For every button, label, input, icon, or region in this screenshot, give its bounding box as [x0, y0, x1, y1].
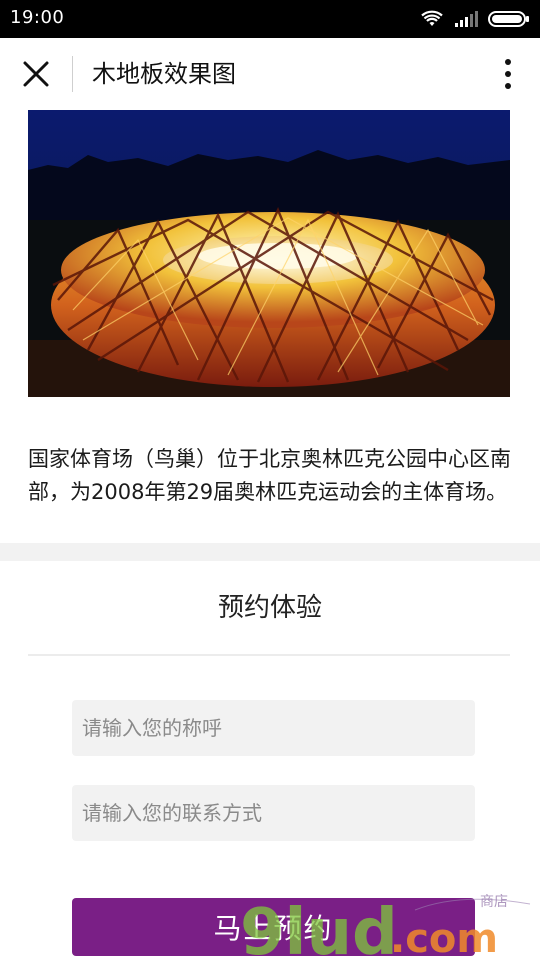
more-button[interactable]: [498, 56, 518, 92]
description-text: 国家体育场（鸟巢）位于北京奥林匹克公园中心区南部，为2008年第29届奥林匹克运…: [28, 447, 511, 504]
header-divider: [72, 56, 73, 92]
section-divider: [0, 543, 540, 561]
submit-button[interactable]: 马上预约: [72, 898, 475, 956]
app-header: 木地板效果图: [0, 38, 540, 110]
booking-divider: [28, 654, 510, 656]
status-bar: 19:00: [0, 0, 540, 38]
close-button[interactable]: [20, 58, 52, 90]
battery-icon: [488, 11, 529, 27]
name-input[interactable]: [72, 700, 475, 756]
wifi-icon: [421, 10, 443, 26]
signal-icon: [455, 11, 478, 27]
close-icon: [23, 61, 49, 87]
booking-title: 预约体验: [217, 593, 322, 623]
phone-input[interactable]: [72, 785, 475, 841]
page-title: 木地板效果图: [92, 60, 236, 88]
status-icons: [420, 8, 530, 30]
hero-image: [28, 110, 510, 397]
status-time: 19:00: [10, 7, 65, 28]
stadium-image: [28, 110, 510, 397]
svg-text:商店: 商店: [480, 894, 508, 910]
more-vertical-icon: [505, 59, 511, 89]
